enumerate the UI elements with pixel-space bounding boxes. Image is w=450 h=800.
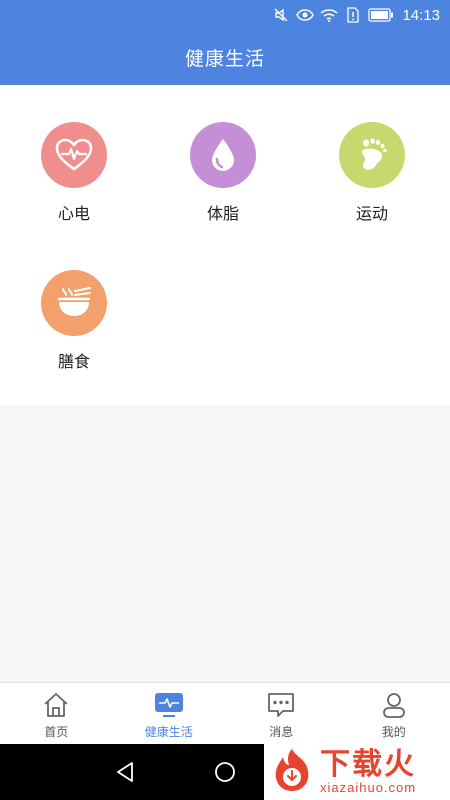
empty-area [0,405,450,682]
watermark-subtitle: xiazaihuo.com [320,780,417,795]
noodle-bowl-icon [41,270,107,336]
feature-body-fat[interactable]: 体脂 [163,122,283,224]
feature-body-fat-label: 体脂 [206,204,239,223]
tab-mine-label: 我的 [381,725,406,739]
feature-ecg[interactable]: 心电 [14,122,134,224]
page-title: 健康生活 [184,48,265,70]
tab-messages-label: 消息 [269,725,294,739]
heart-ecg-icon [41,122,107,188]
status-bar: 14:13 [0,0,450,30]
status-time: 14:13 [402,6,440,24]
feature-ecg-label: 心电 [57,204,90,223]
battery-icon [368,6,394,24]
sim-alert-icon [344,6,362,24]
feature-exercise-label: 运动 [355,204,388,223]
feature-grid: 心电 体脂 运动 膳食 [0,85,450,405]
watermark: 下载火 xiazaihuo.com [264,744,450,800]
home-icon [41,691,71,719]
feature-diet[interactable]: 膳食 [14,270,134,372]
back-icon[interactable] [113,760,137,784]
eye-icon [296,6,315,24]
tab-home-label: 首页 [44,725,69,739]
home-circle-icon[interactable] [213,760,237,784]
mute-icon [272,6,290,24]
watermark-title: 下载火 [320,747,416,782]
water-drop-icon [190,122,256,188]
app-bar: 健康生活 [0,30,450,85]
tab-healthy-life[interactable]: 健康生活 [113,683,226,744]
profile-icon [379,691,409,719]
tab-home[interactable]: 首页 [0,683,113,744]
tab-mine[interactable]: 我的 [338,683,450,744]
feature-exercise[interactable]: 运动 [312,122,432,224]
tab-healthy-life-label: 健康生活 [144,725,193,739]
flame-logo-icon [270,747,314,797]
feature-diet-label: 膳食 [57,352,90,371]
footprint-icon [339,122,405,188]
tab-messages[interactable]: 消息 [225,683,338,744]
monitor-pulse-icon [154,691,184,719]
tab-bar: 首页 健康生活 消息 我的 [0,682,450,744]
wifi-icon [320,6,338,24]
message-icon [266,691,296,719]
